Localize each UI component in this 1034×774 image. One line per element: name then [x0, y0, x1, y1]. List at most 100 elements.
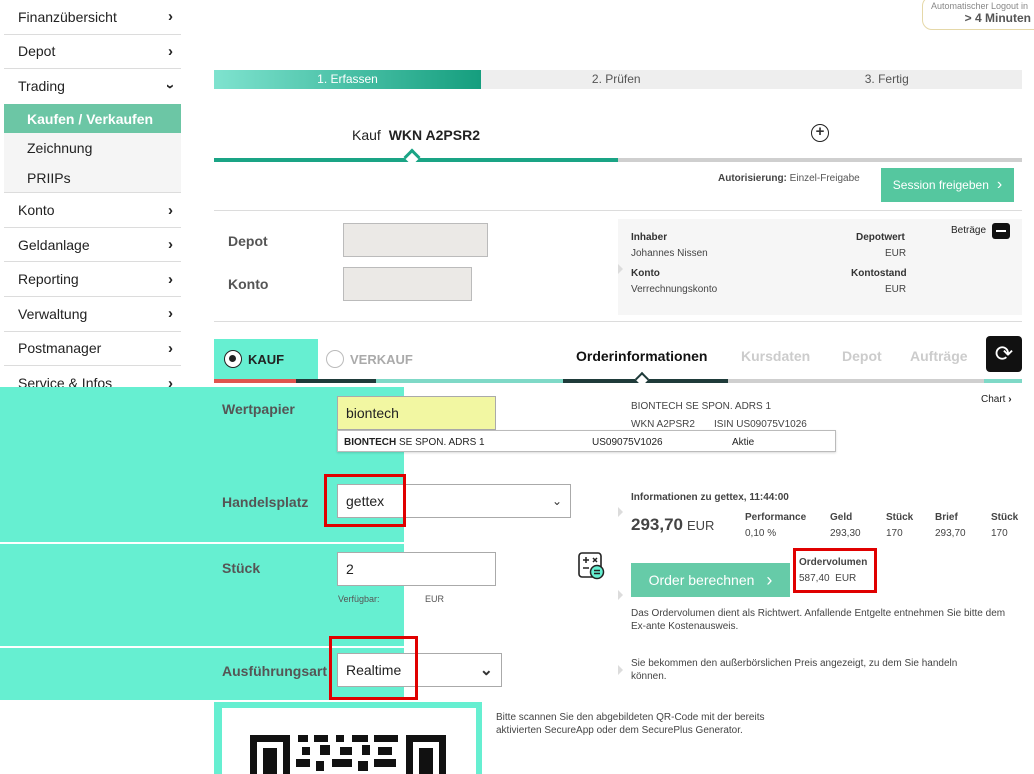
chevron-down-icon: ›: [162, 83, 179, 89]
ordervolumen-label: Ordervolumen: [799, 557, 868, 568]
sidebar-item-label: Depot: [18, 43, 56, 60]
logout-timer: Automatischer Logout in > 4 Minuten: [922, 0, 1034, 30]
highlight-ausfuehrungsart: [329, 636, 418, 700]
tab-orderinformationen[interactable]: Orderinformationen: [576, 348, 707, 364]
sidebar-item-trading[interactable]: Trading ›: [4, 69, 181, 104]
add-order-tab[interactable]: +: [618, 118, 1022, 163]
order-tabs: Kauf WKN A2PSR2 +: [214, 118, 1022, 166]
quote-price: 293,70 EUR: [631, 515, 715, 534]
sidebar-item-label: Verwaltung: [18, 305, 88, 322]
sidebar-item-postmanager[interactable]: Postmanager ›: [4, 332, 181, 367]
security-name: BIONTECH SE SPON. ADRS 1: [631, 401, 772, 412]
depotwert-currency: EUR: [885, 248, 907, 259]
chevron-right-icon: ›: [168, 270, 173, 288]
sidebar-item-label: Geldanlage: [18, 236, 90, 253]
sidebar-item-label: Finanzübersicht: [18, 8, 117, 25]
suggestion-isin: US09075V1026: [592, 437, 663, 448]
stueck-geld-label: Stück: [886, 512, 914, 523]
kontostand-label: Kontostand: [851, 268, 907, 279]
pointer-arrow-icon: [618, 665, 623, 675]
chevron-right-icon: ›: [168, 201, 173, 219]
sidebar-subitem-priips[interactable]: PRIIPs: [4, 163, 181, 193]
radio-checked-icon[interactable]: [224, 350, 242, 368]
order-tab-wkn: WKN A2PSR2: [388, 127, 480, 143]
chevron-right-icon: ›: [766, 569, 773, 590]
wertpapier-suggestion[interactable]: BIONTECH SE SPON. ADRS 1 US09075V1026 Ak…: [337, 430, 836, 452]
qr-code-image: [250, 735, 446, 774]
plus-circle-icon[interactable]: +: [811, 124, 829, 142]
pointer-arrow-icon: [618, 590, 623, 600]
kauf-radio-tab[interactable]: KAUF: [214, 339, 318, 379]
highlight-handelsplatz: [324, 474, 406, 527]
trading-submenu: Kaufen / Verkaufen Zeichnung PRIIPs: [4, 103, 181, 194]
depotwert-label: Depotwert: [856, 232, 905, 243]
inactive-tab-underline: [618, 158, 1022, 162]
sidebar-subitem-zeichnung[interactable]: Zeichnung: [4, 133, 181, 163]
konto-info-value: Verrechnungskonto: [631, 284, 718, 295]
performance-label: Performance: [745, 512, 807, 523]
kauf-label: KAUF: [248, 351, 285, 367]
step-fertig: 3. Fertig: [751, 70, 1022, 89]
sidebar-item-label: Trading: [18, 78, 65, 95]
verkauf-label: VERKAUF: [350, 351, 413, 367]
session-freigeben-button[interactable]: Session freigeben ›: [881, 168, 1014, 202]
step-erfassen: 1. Erfassen: [214, 70, 481, 89]
security-wkn: WKN A2PSR2: [631, 419, 695, 430]
sidebar-item-finanzuebersicht[interactable]: Finanzübersicht ›: [4, 0, 181, 35]
sidebar-item-konto[interactable]: Konto ›: [4, 193, 181, 228]
radio-unchecked-icon[interactable]: [326, 350, 344, 368]
order-berechnen-button[interactable]: Order berechnen ›: [631, 563, 790, 597]
highlight-ordervolumen: [793, 548, 877, 593]
depot-konto-panel: Depot Konto Inhaber Johannes Nissen Depo…: [214, 210, 1022, 322]
order-tab-prefix: Kauf: [352, 127, 381, 143]
sidebar-item-label: Reporting: [18, 271, 79, 288]
chevron-down-icon: ⌄: [551, 494, 562, 508]
tab-auftraege[interactable]: Aufträge: [910, 348, 968, 364]
chart-link[interactable]: Chart ›: [981, 394, 1012, 405]
info-tabs: Orderinformationen Kursdaten Depot Auftr…: [563, 339, 1022, 387]
stueck-label: Stück: [222, 560, 261, 576]
depot-select[interactable]: [343, 223, 488, 257]
logout-timer-value: > 4 Minuten: [964, 11, 1031, 25]
depot-label: Depot: [228, 233, 268, 249]
sidebar-item-label: Konto: [18, 202, 55, 219]
konto-select[interactable]: [343, 267, 472, 301]
inhaber-value: Johannes Nissen: [631, 248, 708, 259]
calculator-icon[interactable]: [578, 552, 606, 580]
sidebar-subitem-kaufen-verkaufen[interactable]: Kaufen / Verkaufen: [4, 103, 181, 134]
suggestion-type: Aktie: [732, 437, 755, 448]
sidebar-item-depot[interactable]: Depot ›: [4, 35, 181, 70]
brief-label: Brief: [935, 512, 958, 523]
stueck-brief-value: 170: [991, 528, 1008, 539]
chevron-right-icon: ›: [168, 305, 173, 323]
refresh-icon[interactable]: ⟳: [986, 336, 1022, 372]
betraege-toggle-label: Beträge: [951, 225, 987, 236]
tab-depot[interactable]: Depot: [842, 348, 882, 364]
kontostand-currency: EUR: [885, 284, 907, 295]
sidebar-item-reporting[interactable]: Reporting ›: [4, 262, 181, 298]
tab-underline-dark: [296, 379, 376, 383]
chevron-right-icon: ›: [168, 339, 173, 357]
stueck-brief-label: Stück: [991, 512, 1019, 523]
konto-label: Konto: [228, 276, 269, 292]
sidebar-item-verwaltung[interactable]: Verwaltung ›: [4, 297, 181, 332]
step-pruefen: 2. Prüfen: [481, 70, 752, 89]
brief-value: 293,70: [935, 528, 966, 539]
authorization-label: Autorisierung:: [718, 173, 787, 184]
tab-kursdaten[interactable]: Kursdaten: [741, 348, 810, 364]
quote-header: Informationen zu gettex, 11:44:00: [631, 492, 789, 503]
progress-stepper: 1. Erfassen 2. Prüfen 3. Fertig: [214, 70, 1022, 89]
verkauf-radio-tab[interactable]: VERKAUF: [322, 339, 452, 379]
info-tabs-underline: [728, 379, 984, 383]
security-isin: ISIN US09075V1026: [714, 419, 807, 430]
wertpapier-input[interactable]: biontech: [337, 396, 496, 430]
stueck-input[interactable]: 2: [337, 552, 496, 586]
tab-underline-light: [376, 379, 563, 383]
order-button-label: Order berechnen: [648, 572, 755, 588]
geld-value: 293,30: [830, 528, 861, 539]
verfuegbar-currency: EUR: [425, 594, 445, 604]
authorization-value: Einzel-Freigabe: [789, 173, 860, 184]
chevron-right-icon: ›: [168, 42, 173, 60]
sidebar-item-geldanlage[interactable]: Geldanlage ›: [4, 228, 181, 263]
collapse-minus-icon[interactable]: [992, 223, 1010, 239]
